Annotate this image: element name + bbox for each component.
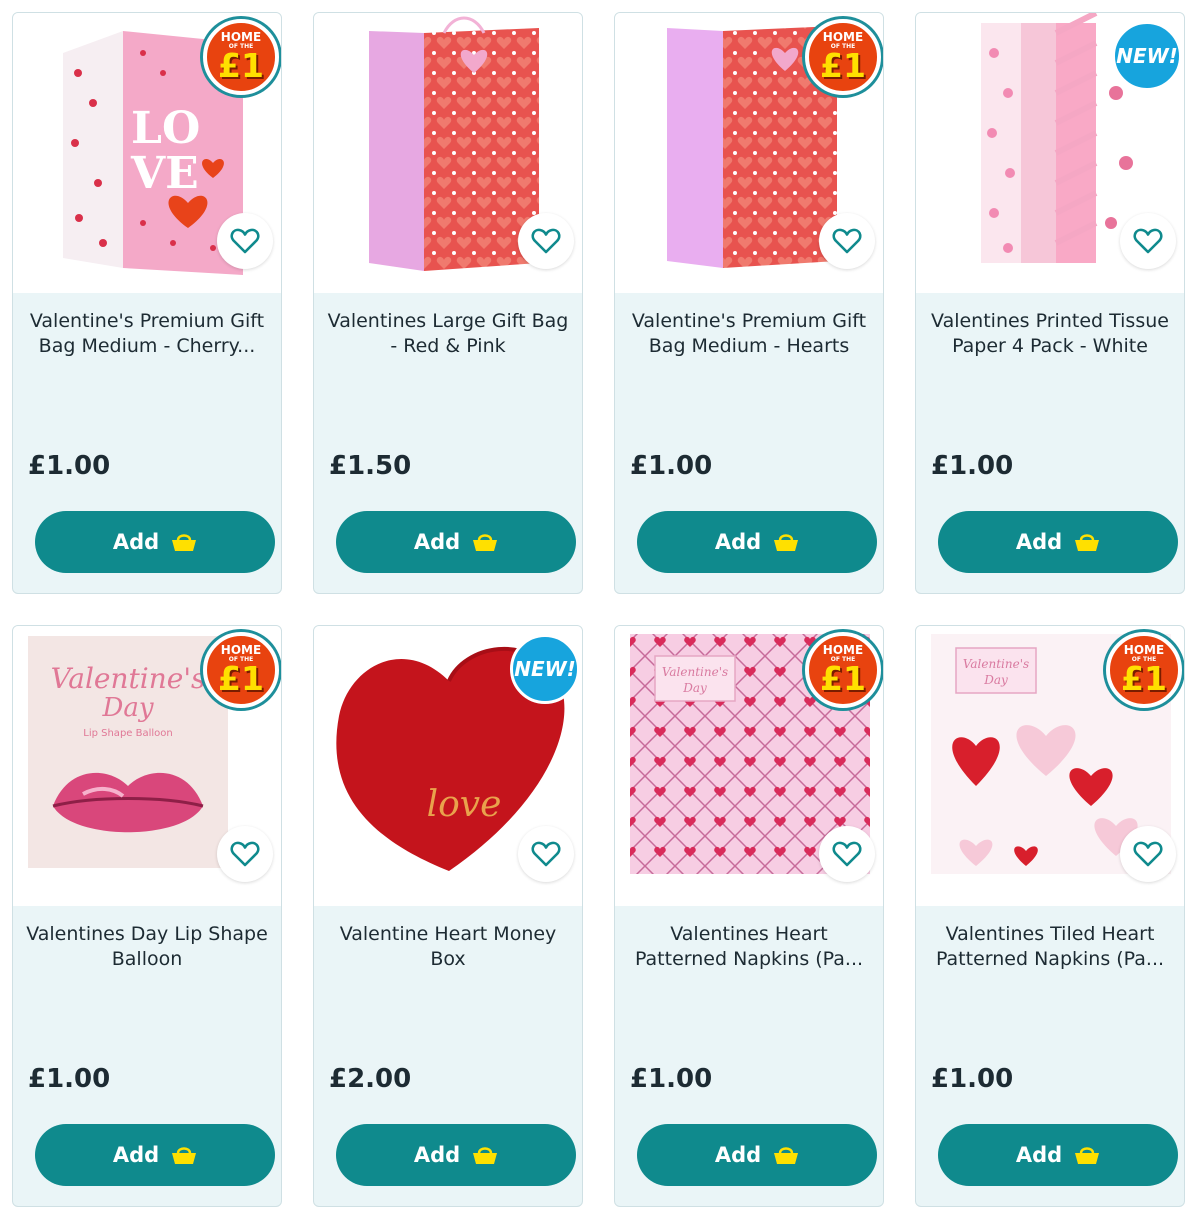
product-image[interactable]: Valentine's Day HOME OF THE £1 — [916, 626, 1184, 906]
heart-outline-icon — [531, 841, 561, 867]
basket-icon — [473, 534, 498, 551]
svg-text:Day: Day — [983, 673, 1008, 687]
basket-icon — [1075, 534, 1100, 551]
add-button-label: Add — [112, 530, 160, 554]
product-price: £2.00 — [329, 1064, 412, 1094]
product-card[interactable]: love NEW! Valentine Heart Money Box £2.0… — [313, 625, 583, 1207]
svg-text:LO: LO — [131, 103, 200, 154]
product-card[interactable]: NEW! Valentines Printed Tissue Paper 4 P… — [915, 12, 1185, 594]
add-to-basket-button[interactable]: Add — [938, 511, 1178, 573]
svg-text:Valentine's: Valentine's — [51, 662, 206, 695]
heart-outline-icon — [832, 841, 862, 867]
heart-outline-icon — [531, 228, 561, 254]
svg-text:Day: Day — [101, 693, 153, 723]
favourite-button[interactable] — [217, 213, 273, 269]
svg-text:Day: Day — [682, 681, 707, 695]
product-price: £1.50 — [329, 451, 412, 481]
product-price: £1.00 — [630, 451, 713, 481]
new-badge: NEW! — [510, 634, 580, 704]
product-title[interactable]: Valentines Large Gift Bag - Red & Pink — [324, 309, 572, 359]
product-title[interactable]: Valentine's Premium Gift Bag Medium - Ch… — [23, 309, 271, 359]
product-card[interactable]: Valentines Large Gift Bag - Red & Pink £… — [313, 12, 583, 594]
product-title[interactable]: Valentines Heart Patterned Napkins (Pa..… — [625, 922, 873, 972]
product-price: £1.00 — [28, 1064, 111, 1094]
add-button-label: Add — [1015, 530, 1063, 554]
product-price: £1.00 — [28, 451, 111, 481]
svg-text:VE: VE — [130, 148, 199, 199]
home-of-the-pound-badge: HOME OF THE £1 — [203, 19, 279, 95]
new-badge: NEW! — [1112, 21, 1182, 91]
product-price: £1.00 — [931, 1064, 1014, 1094]
product-card[interactable]: Valentine's Day HOME OF THE £1 Valentine… — [915, 625, 1185, 1207]
basket-icon — [172, 534, 197, 551]
favourite-button[interactable] — [518, 213, 574, 269]
product-price: £1.00 — [931, 451, 1014, 481]
product-title[interactable]: Valentine Heart Money Box — [324, 922, 572, 972]
product-card[interactable]: LO VE HOME OF THE £1 Valentine's Premium… — [12, 12, 282, 594]
heart-outline-icon — [832, 228, 862, 254]
product-image[interactable] — [314, 13, 582, 293]
add-button-label: Add — [112, 1143, 160, 1167]
add-button-label: Add — [714, 1143, 762, 1167]
svg-text:Lip Shape Balloon: Lip Shape Balloon — [83, 728, 173, 739]
favourite-button[interactable] — [217, 826, 273, 882]
product-image[interactable]: HOME OF THE £1 — [615, 13, 883, 293]
product-image[interactable]: Valentine's Day Lip Shape Balloon HOME O… — [13, 626, 281, 906]
add-to-basket-button[interactable]: Add — [637, 1124, 877, 1186]
heart-outline-icon — [1133, 841, 1163, 867]
add-to-basket-button[interactable]: Add — [336, 1124, 576, 1186]
product-image[interactable]: Valentine's Day HOME OF THE £1 — [615, 626, 883, 906]
product-card[interactable]: HOME OF THE £1 Valentine's Premium Gift … — [614, 12, 884, 594]
add-to-basket-button[interactable]: Add — [35, 511, 275, 573]
product-title[interactable]: Valentines Printed Tissue Paper 4 Pack -… — [926, 309, 1174, 359]
favourite-button[interactable] — [819, 213, 875, 269]
add-button-label: Add — [413, 530, 461, 554]
add-to-basket-button[interactable]: Add — [938, 1124, 1178, 1186]
basket-icon — [774, 534, 799, 551]
svg-text:love: love — [427, 784, 502, 825]
add-to-basket-button[interactable]: Add — [35, 1124, 275, 1186]
basket-icon — [473, 1147, 498, 1164]
heart-outline-icon — [230, 228, 260, 254]
product-card[interactable]: Valentine's Day HOME OF THE £1 Valentine… — [614, 625, 884, 1207]
add-button-label: Add — [1015, 1143, 1063, 1167]
svg-text:Valentine's: Valentine's — [662, 665, 728, 679]
basket-icon — [774, 1147, 799, 1164]
home-of-the-pound-badge: HOME OF THE £1 — [805, 632, 881, 708]
add-button-label: Add — [714, 530, 762, 554]
basket-icon — [172, 1147, 197, 1164]
home-of-the-pound-badge: HOME OF THE £1 — [203, 632, 279, 708]
product-image[interactable]: NEW! — [916, 13, 1184, 293]
basket-icon — [1075, 1147, 1100, 1164]
favourite-button[interactable] — [819, 826, 875, 882]
product-title[interactable]: Valentine's Premium Gift Bag Medium - He… — [625, 309, 873, 359]
favourite-button[interactable] — [1120, 826, 1176, 882]
home-of-the-pound-badge: HOME OF THE £1 — [805, 19, 881, 95]
heart-outline-icon — [230, 841, 260, 867]
add-button-label: Add — [413, 1143, 461, 1167]
product-card[interactable]: Valentine's Day Lip Shape Balloon HOME O… — [12, 625, 282, 1207]
home-of-the-pound-badge: HOME OF THE £1 — [1106, 632, 1182, 708]
svg-text:Valentine's: Valentine's — [963, 657, 1029, 671]
product-title[interactable]: Valentines Tiled Heart Patterned Napkins… — [926, 922, 1174, 972]
favourite-button[interactable] — [518, 826, 574, 882]
add-to-basket-button[interactable]: Add — [637, 511, 877, 573]
product-title[interactable]: Valentines Day Lip Shape Balloon — [23, 922, 271, 972]
product-price: £1.00 — [630, 1064, 713, 1094]
heart-outline-icon — [1133, 228, 1163, 254]
product-image[interactable]: LO VE HOME OF THE £1 — [13, 13, 281, 293]
add-to-basket-button[interactable]: Add — [336, 511, 576, 573]
favourite-button[interactable] — [1120, 213, 1176, 269]
product-image[interactable]: love NEW! — [314, 626, 582, 906]
